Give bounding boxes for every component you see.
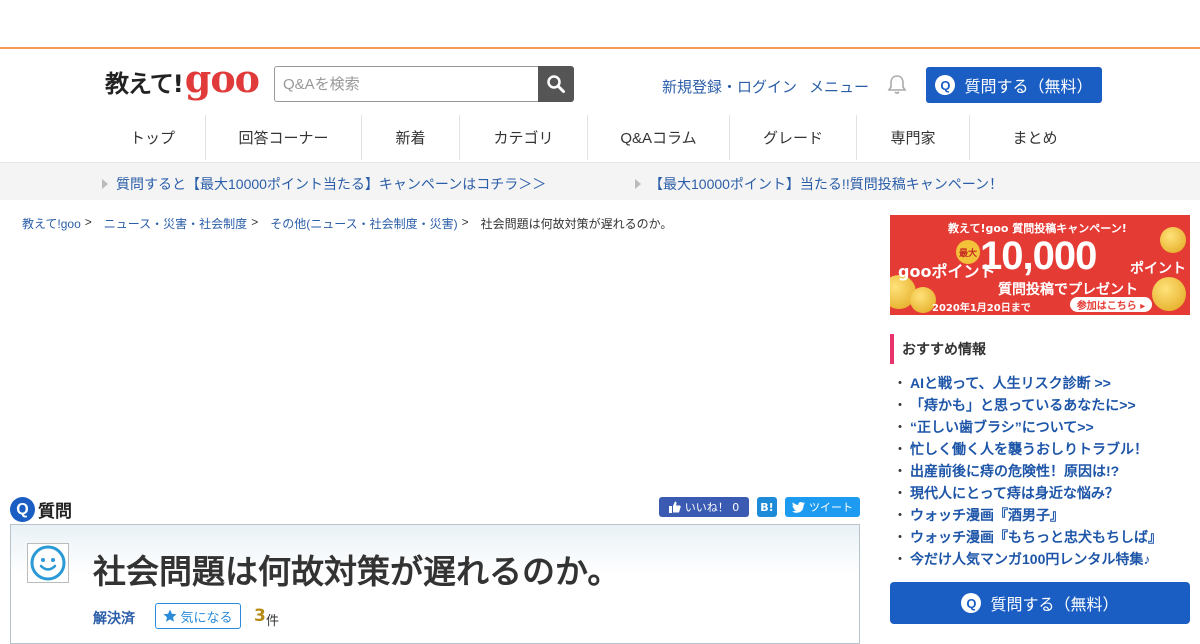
recommend-item-label: “正しい歯ブラシ”について>> [910, 419, 1094, 435]
coin-decoration [1160, 227, 1186, 253]
logo-text: 教えて! [105, 70, 184, 98]
campaign-link-2[interactable]: 【最大10000ポイント】当たる!!質問投稿キャンペーン！ [635, 174, 1003, 194]
bell-icon[interactable] [886, 73, 908, 95]
breadcrumb-separator: > [461, 215, 469, 229]
list-bullet: ・ [893, 529, 907, 545]
nav-item-top[interactable]: トップ [100, 115, 206, 160]
recommend-item[interactable]: ・忙しく働く人を襲うおしりトラブル！ [893, 438, 1162, 460]
search-icon [547, 75, 565, 93]
recommend-item[interactable]: ・現代人にとって痔は身近な悩み？ [893, 482, 1162, 504]
triangle-right-icon [102, 179, 108, 189]
question-mark-icon: Q [935, 75, 956, 95]
favorite-count-unit: 件 [266, 614, 280, 629]
breadcrumb-separator: > [84, 215, 92, 229]
recommend-item-label: AIと戦って、人生リスク診断 >> [910, 375, 1111, 391]
campaign-bar: 質問すると【最大10000ポイント当たる】キャンペーンはコチラ＞＞ 【最大100… [0, 162, 1200, 200]
hatena-bookmark-button[interactable]: B! [757, 497, 777, 517]
recommend-item-label: 現代人にとって痔は身近な悩み？ [910, 485, 1119, 501]
question-card: 社会問題は何故対策が遅れるのか。 解決済 気になる 3 件 [10, 524, 860, 644]
recommend-item-label: 忙しく働く人を襲うおしりトラブル！ [910, 441, 1148, 457]
site-header: 教えて! goo 新規登録・ログイン メニュー Q 質問する（無料） [0, 49, 1200, 113]
banner-subtitle: 質問投稿でプレゼント [998, 282, 1138, 298]
sidebar-ask-question-label: 質問する（無料） [990, 595, 1119, 614]
nav-item-qa-column[interactable]: Q&Aコラム [588, 115, 730, 160]
list-bullet: ・ [893, 375, 907, 391]
logo-goo: goo [184, 56, 260, 101]
nav-item-new[interactable]: 新着 [362, 115, 460, 160]
breadcrumb-link-home[interactable]: 教えて!goo [22, 215, 81, 232]
recommend-item[interactable]: ・ AIと戦って、人生リスク診断 >> [893, 372, 1162, 394]
recommend-item[interactable]: ・今だけ人気マンガ100円レンタル特集♪ [893, 548, 1162, 570]
thumbs-up-icon [668, 501, 681, 513]
nav-item-summary[interactable]: まとめ [970, 115, 1100, 160]
breadcrumb-current: 社会問題は何故対策が遅れるのか。 [480, 217, 673, 231]
question-title: 社会問題は何故対策が遅れるのか。 [93, 552, 621, 591]
search-button[interactable] [538, 66, 574, 102]
list-bullet: ・ [893, 463, 907, 479]
facebook-like-label: いいね！ 0 [684, 501, 740, 514]
facebook-like-button[interactable]: いいね！ 0 [659, 497, 749, 517]
ask-question-label: 質問する（無料） [964, 77, 1093, 96]
site-logo[interactable]: 教えて! goo [105, 56, 260, 101]
ask-question-button[interactable]: Q 質問する（無料） [926, 67, 1102, 103]
star-icon [163, 609, 177, 622]
search-form [274, 66, 574, 102]
breadcrumb-link-other[interactable]: その他(ニュース・社会制度・災害) [270, 215, 457, 232]
question-mark-icon: Q [961, 593, 982, 613]
recommend-item[interactable]: ・ “正しい歯ブラシ”について>> [893, 416, 1162, 438]
recommend-item[interactable]: ・「痔かも」と思っているあなたに>> [893, 394, 1162, 416]
campaign-link-1[interactable]: 質問すると【最大10000ポイント当たる】キャンペーンはコチラ＞＞ [102, 174, 546, 194]
status-badge: 解決済 [93, 611, 135, 627]
recommend-list: ・ AIと戦って、人生リスク診断 >> ・「痔かも」と思っているあなたに>> ・ “… [893, 372, 1162, 570]
recommend-item[interactable]: ・ウォッチ漫画『酒男子』 [893, 504, 1162, 526]
recommend-heading: おすすめ情報 [890, 334, 986, 364]
sidebar-ask-question-button[interactable]: Q 質問する（無料） [890, 582, 1190, 624]
campaign-banner[interactable]: 教えて!goo 質問投稿キャンペーン! 最大 gooポイント 10,000 ポイ… [890, 215, 1190, 315]
nav-item-category[interactable]: カテゴリ [460, 115, 588, 160]
banner-amount: 10,000 [980, 234, 1097, 278]
recommend-item-label: 「痔かも」と思っているあなたに>> [910, 397, 1136, 413]
login-link[interactable]: 新規登録・ログイン [662, 76, 797, 97]
tweet-button[interactable]: ツイート [785, 497, 860, 517]
list-bullet: ・ [893, 419, 907, 435]
list-bullet: ・ [893, 551, 907, 567]
list-bullet: ・ [893, 485, 907, 501]
list-bullet: ・ [893, 507, 907, 523]
main-nav: トップ 回答コーナー 新着 カテゴリ Q&Aコラム グレード 専門家 まとめ [100, 115, 1100, 160]
search-input[interactable] [274, 66, 538, 102]
recommend-item-label: ウォッチ漫画『酒男子』 [910, 507, 1064, 523]
campaign-link-1-label: 質問すると【最大10000ポイント当たる】キャンペーンはコチラ＞＞ [116, 176, 547, 192]
list-bullet: ・ [893, 397, 907, 413]
nav-item-expert[interactable]: 専門家 [857, 115, 970, 160]
recommend-item[interactable]: ・出産前後に痔の危険性！原因は!? [893, 460, 1162, 482]
campaign-link-2-label: 【最大10000ポイント】当たる!!質問投稿キャンペーン！ [649, 176, 1004, 192]
avatar[interactable] [27, 543, 69, 583]
breadcrumb-link-news[interactable]: ニュース・災害・社会制度 [104, 215, 247, 232]
menu-link[interactable]: メニュー [809, 76, 869, 97]
tweet-label: ツイート [809, 501, 853, 514]
top-ad-area [0, 0, 1200, 47]
question-section-label: Q 質問 [10, 497, 72, 522]
twitter-bird-icon [792, 501, 805, 513]
triangle-right-icon [635, 179, 641, 189]
recommend-item-label: 出産前後に痔の危険性！原因は!? [910, 463, 1120, 479]
banner-deadline: 2020年1月20日まで [932, 303, 1031, 314]
favorite-count: 3 [254, 606, 266, 626]
favorite-label: 気になる [180, 610, 233, 626]
breadcrumb-separator: > [251, 215, 259, 229]
recommend-item-label: 今だけ人気マンガ100円レンタル特集♪ [910, 551, 1151, 567]
favorite-button[interactable]: 気になる [155, 603, 241, 629]
banner-cta: 参加はこちら ▸ [1070, 297, 1152, 312]
question-section-title: 質問 [38, 502, 72, 522]
recommend-item-label: ウォッチ漫画『もちっと忠犬もちしば』 [910, 529, 1162, 545]
nav-item-grade[interactable]: グレード [730, 115, 857, 160]
coin-decoration [1152, 277, 1186, 311]
breadcrumb: 教えて!goo > ニュース・災害・社会制度 > その他(ニュース・社会制度・災… [22, 215, 672, 232]
question-q-icon: Q [10, 497, 35, 522]
recommend-item[interactable]: ・ウォッチ漫画『もちっと忠犬もちしば』 [893, 526, 1162, 548]
smiley-face-icon [30, 545, 66, 581]
list-bullet: ・ [893, 441, 907, 457]
banner-points-suffix: ポイント [1130, 261, 1186, 277]
nav-item-answer-corner[interactable]: 回答コーナー [206, 115, 362, 160]
